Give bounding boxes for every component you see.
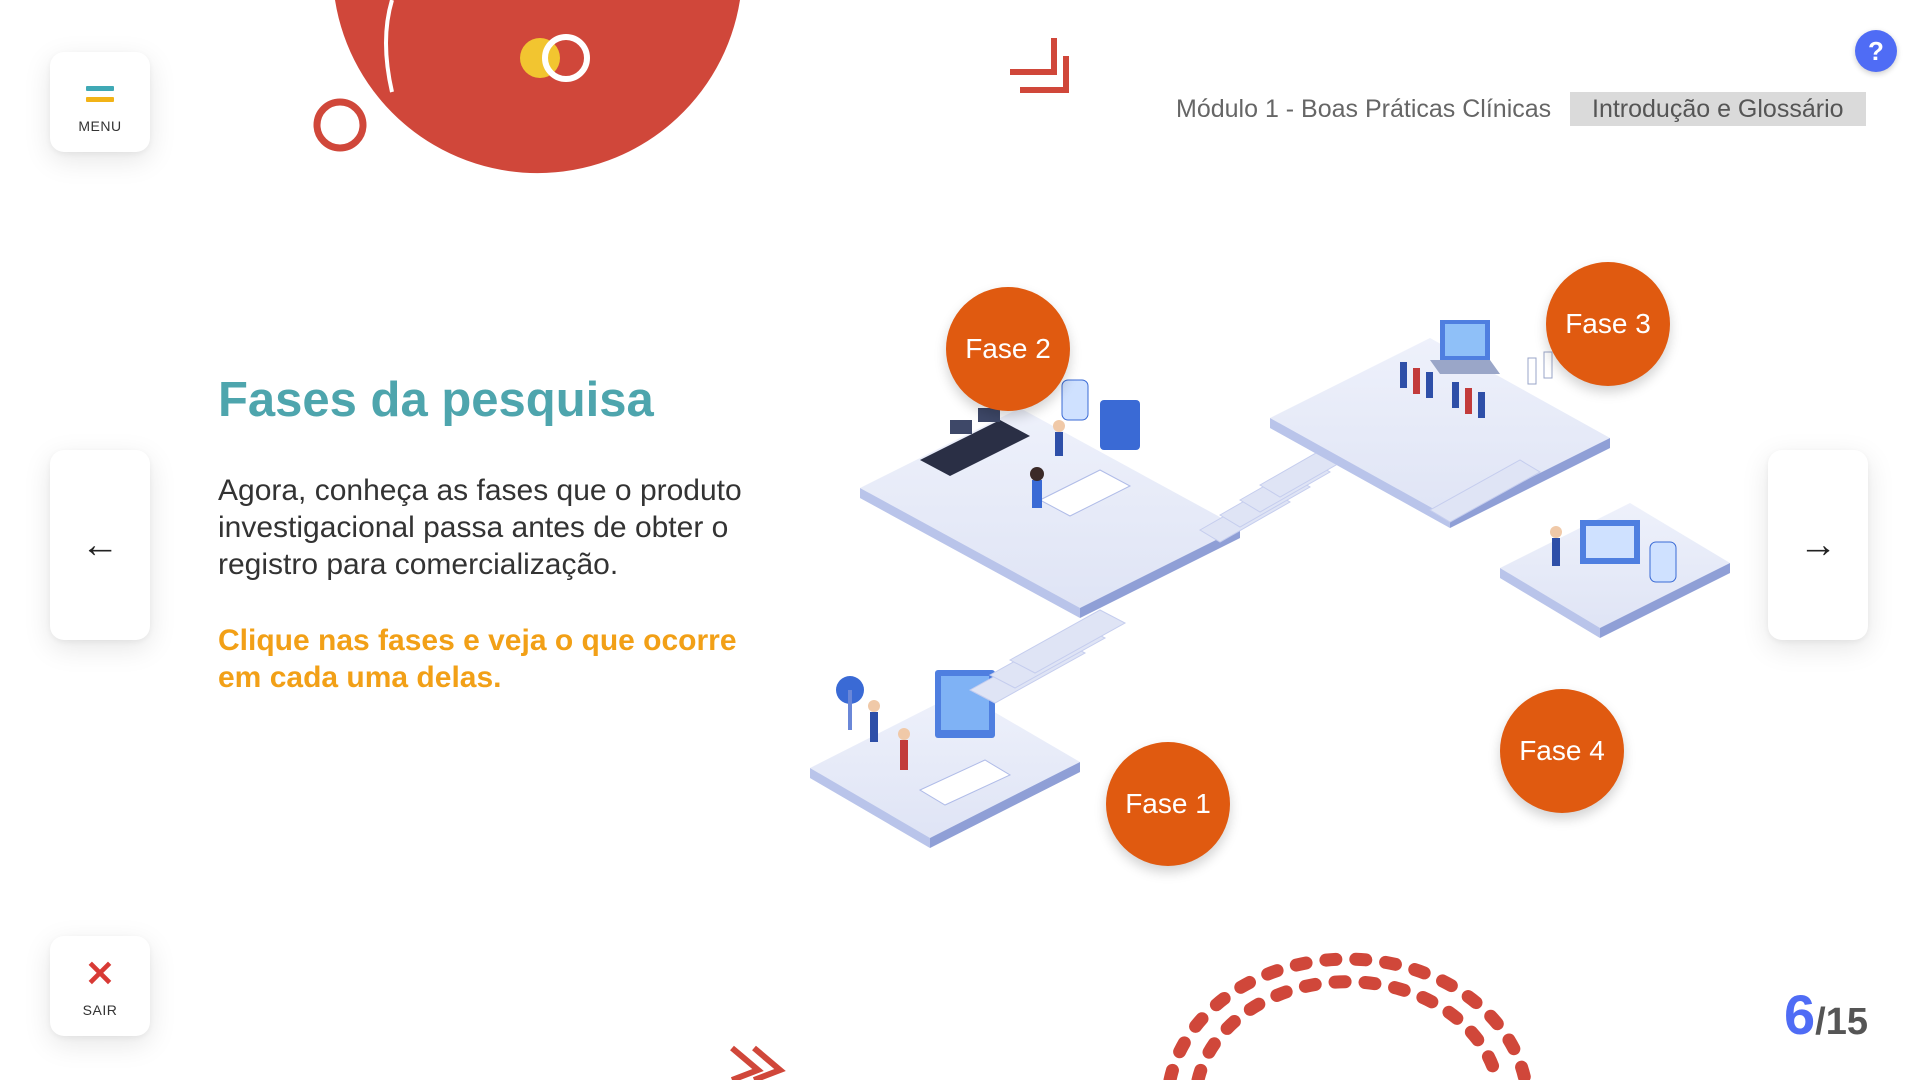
decor-red-half-circle (335, 0, 740, 174)
stairs-1 (968, 609, 1127, 704)
decor-corner-marks (1010, 38, 1069, 93)
phase-2-button[interactable]: Fase 2 (946, 287, 1070, 411)
page-title: Fases da pesquisa (218, 373, 654, 427)
hamburger-icon (86, 86, 114, 102)
phase-4-button[interactable]: Fase 4 (1500, 689, 1624, 813)
intro-text: Agora, conheça as fases que o produto in… (218, 474, 742, 581)
platform-phase-2 (860, 379, 1240, 618)
arrow-left-icon: ← (81, 524, 119, 566)
breadcrumb-module: Módulo 1 - Boas Práticas Clínicas (1176, 95, 1552, 123)
decor-red-ring (313, 98, 367, 152)
previous-button[interactable]: ← (50, 450, 150, 640)
close-icon: ✕ (84, 953, 116, 994)
decor-chevrons (730, 1045, 786, 1080)
menu-label: MENU (78, 118, 122, 134)
arrow-right-icon: → (1799, 524, 1837, 566)
breadcrumb-section: Introdução e Glossário (1570, 92, 1866, 126)
phase-3-button[interactable]: Fase 3 (1546, 262, 1670, 386)
help-button[interactable]: ? (1855, 30, 1897, 72)
instruction-text: Clique nas fases e veja o que ocorre em … (218, 624, 737, 694)
menu-button[interactable]: MENU (50, 52, 150, 152)
research-phases-illustration (810, 320, 1730, 848)
next-button[interactable]: → (1768, 450, 1868, 640)
exit-button[interactable]: ✕ SAIR (50, 936, 150, 1036)
page-counter: 6/15 (1784, 982, 1868, 1046)
platform-phase-1 (810, 670, 1080, 848)
decor-dotted-arcs (1163, 952, 1532, 1080)
page-current: 6 (1784, 983, 1816, 1046)
platform-phase-4 (1500, 503, 1730, 638)
page-total: /15 (1815, 1001, 1868, 1043)
exit-label: SAIR (82, 1002, 118, 1018)
phase-1-button[interactable]: Fase 1 (1106, 742, 1230, 866)
